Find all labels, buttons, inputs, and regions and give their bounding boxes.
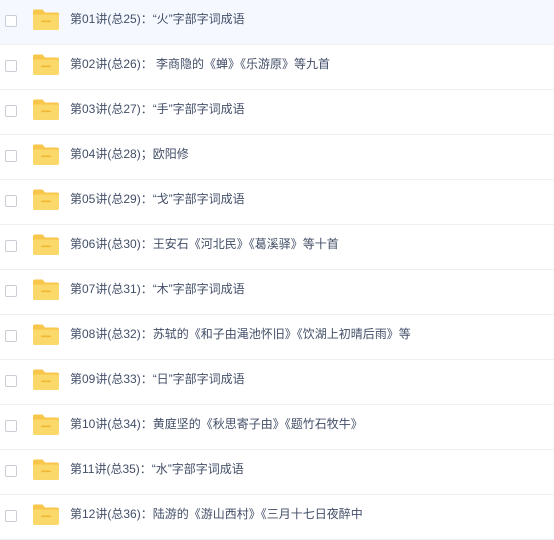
file-name[interactable]: 第10讲(总34)：黄庭坚的《秋思寄子由》《题竹石牧牛》 [70, 405, 363, 444]
folder-icon [33, 324, 59, 345]
file-row[interactable]: 第08讲(总32)：苏轼的《和子由渑池怀旧》《饮湖上初晴后雨》等 [0, 315, 554, 360]
file-row[interactable]: 第02讲(总26)： 李商隐的《蝉》《乐游原》等九首 [0, 45, 554, 90]
folder-icon [33, 414, 59, 435]
file-name[interactable]: 第06讲(总30)：王安石《河北民》《葛溪驿》等十首 [70, 225, 339, 264]
file-row[interactable]: 第04讲(总28)；欧阳修 [0, 135, 554, 180]
row-checkbox[interactable] [5, 285, 17, 297]
row-checkbox[interactable] [5, 60, 17, 72]
file-name[interactable]: 第05讲(总29)：“戈”字部字词成语 [70, 180, 245, 219]
folder-icon [33, 54, 59, 75]
folder-icon [33, 144, 59, 165]
row-checkbox[interactable] [5, 375, 17, 387]
file-row[interactable]: 第12讲(总36)：陆游的《游山西村》《三月十七日夜醉中 [0, 495, 554, 540]
folder-icon [33, 9, 59, 30]
file-name[interactable]: 第07讲(总31)：“木”字部字词成语 [70, 270, 245, 309]
file-row[interactable]: 第05讲(总29)：“戈”字部字词成语 [0, 180, 554, 225]
folder-icon [33, 279, 59, 300]
folder-icon [33, 99, 59, 120]
row-checkbox[interactable] [5, 105, 17, 117]
folder-icon [33, 234, 59, 255]
folder-icon [33, 504, 59, 525]
file-name[interactable]: 第04讲(总28)；欧阳修 [70, 135, 189, 174]
file-name[interactable]: 第01讲(总25)：“火”字部字词成语 [70, 0, 245, 39]
row-checkbox[interactable] [5, 510, 17, 522]
file-name[interactable]: 第12讲(总36)：陆游的《游山西村》《三月十七日夜醉中 [70, 495, 363, 534]
file-list: 第01讲(总25)：“火”字部字词成语 第02讲(总26)： 李商隐的《蝉》《乐… [0, 0, 554, 540]
file-row[interactable]: 第11讲(总35)：“水”字部字词成语 [0, 450, 554, 495]
row-checkbox[interactable] [5, 195, 17, 207]
file-name[interactable]: 第08讲(总32)：苏轼的《和子由渑池怀旧》《饮湖上初晴后雨》等 [70, 315, 411, 354]
row-checkbox[interactable] [5, 240, 17, 252]
file-name[interactable]: 第02讲(总26)： 李商隐的《蝉》《乐游原》等九首 [70, 45, 330, 84]
row-checkbox[interactable] [5, 150, 17, 162]
file-name[interactable]: 第11讲(总35)：“水”字部字词成语 [70, 450, 244, 489]
row-checkbox[interactable] [5, 420, 17, 432]
file-row[interactable]: 第01讲(总25)：“火”字部字词成语 [0, 0, 554, 45]
folder-icon [33, 459, 59, 480]
file-row[interactable]: 第03讲(总27)：“手”字部字词成语 [0, 90, 554, 135]
file-name[interactable]: 第03讲(总27)：“手”字部字词成语 [70, 90, 245, 129]
row-checkbox[interactable] [5, 465, 17, 477]
file-row[interactable]: 第10讲(总34)：黄庭坚的《秋思寄子由》《题竹石牧牛》 [0, 405, 554, 450]
row-checkbox[interactable] [5, 15, 17, 27]
file-row[interactable]: 第09讲(总33)：“日”字部字词成语 [0, 360, 554, 405]
folder-icon [33, 189, 59, 210]
folder-icon [33, 369, 59, 390]
file-row[interactable]: 第07讲(总31)：“木”字部字词成语 [0, 270, 554, 315]
row-checkbox[interactable] [5, 330, 17, 342]
file-name[interactable]: 第09讲(总33)：“日”字部字词成语 [70, 360, 245, 399]
file-row[interactable]: 第06讲(总30)：王安石《河北民》《葛溪驿》等十首 [0, 225, 554, 270]
